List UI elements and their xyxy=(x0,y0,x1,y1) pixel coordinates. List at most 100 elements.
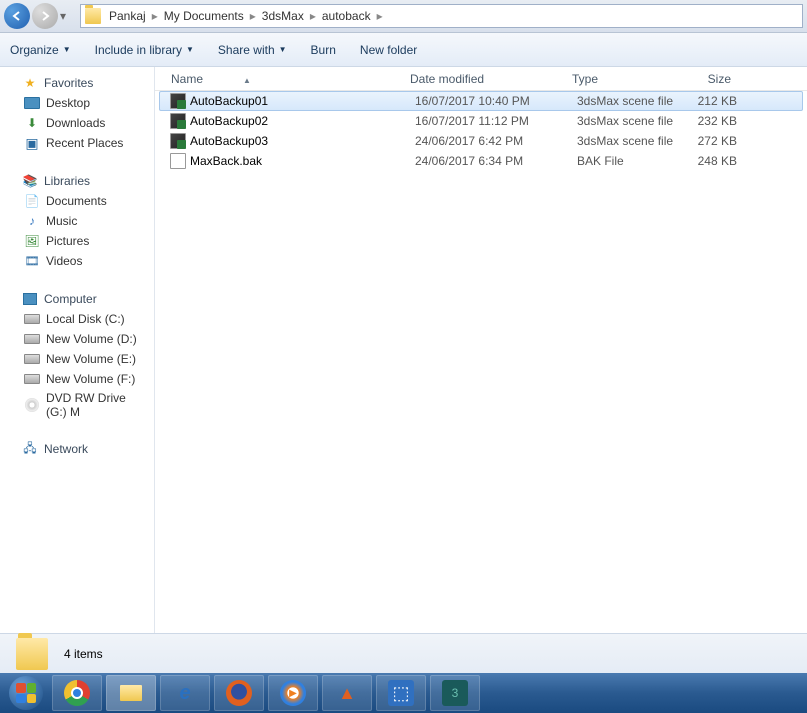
status-bar: 4 items xyxy=(0,633,807,673)
taskbar-app-firefox[interactable] xyxy=(214,675,264,711)
burn-button[interactable]: Burn xyxy=(311,43,336,57)
sidebar-item-label: New Volume (D:) xyxy=(46,332,137,346)
file-row[interactable]: AutoBackup0324/06/2017 6:42 PM3dsMax sce… xyxy=(155,131,807,151)
breadcrumb-segment[interactable]: autoback xyxy=(320,9,373,23)
forward-button[interactable] xyxy=(32,3,58,29)
file-date: 24/06/2017 6:34 PM xyxy=(405,154,567,168)
taskbar-app-explorer[interactable] xyxy=(106,675,156,711)
file-icon xyxy=(170,93,186,109)
sidebar-item-desktop[interactable]: Desktop xyxy=(0,93,154,113)
sidebar-label: Computer xyxy=(44,292,97,306)
file-size: 248 KB xyxy=(677,154,747,168)
sort-ascending-icon: ▲ xyxy=(243,76,251,85)
sidebar-item-local-disk-c[interactable]: Local Disk (C:) xyxy=(0,309,154,329)
chevron-right-icon[interactable]: ▸ xyxy=(306,9,320,23)
chevron-right-icon[interactable]: ▸ xyxy=(246,9,260,23)
organize-button[interactable]: Organize▼ xyxy=(10,43,71,57)
vm-icon: ⬚ xyxy=(388,680,414,706)
breadcrumb-segment[interactable]: Pankaj xyxy=(107,9,148,23)
sidebar-favorites-header[interactable]: ★ Favorites xyxy=(0,73,154,93)
sidebar-item-volume-e[interactable]: New Volume (E:) xyxy=(0,349,154,369)
taskbar-app-vlc[interactable]: ▲ xyxy=(322,675,372,711)
file-list[interactable]: AutoBackup0116/07/2017 10:40 PM3dsMax sc… xyxy=(155,91,807,633)
file-type: BAK File xyxy=(567,154,677,168)
firefox-icon xyxy=(226,680,252,706)
main-area: ★ Favorites Desktop ⬇ Downloads ▣Recent Pl… xyxy=(0,67,807,633)
pictures-icon: 🖼 xyxy=(24,233,40,249)
taskbar: e ▶ ▲ ⬚ 3 xyxy=(0,673,807,713)
sidebar-item-volume-d[interactable]: New Volume (D:) xyxy=(0,329,154,349)
sidebar-item-label: Recent Places xyxy=(46,136,123,150)
sidebar-item-music[interactable]: ♪Music xyxy=(0,211,154,231)
drive-icon xyxy=(24,371,40,387)
sidebar-item-documents[interactable]: 📄 Documents xyxy=(0,191,154,211)
sidebar-item-label: Local Disk (C:) xyxy=(46,312,125,326)
document-icon: 📄 xyxy=(24,193,40,209)
sidebar-item-label: Pictures xyxy=(46,234,89,248)
star-icon: ★ xyxy=(22,75,38,91)
breadcrumb-segment[interactable]: 3dsMax xyxy=(260,9,306,23)
3dsmax-icon: 3 xyxy=(442,680,468,706)
drive-icon xyxy=(24,351,40,367)
chevron-right-icon[interactable]: ▸ xyxy=(373,9,387,23)
file-size: 212 KB xyxy=(677,94,747,108)
history-dropdown[interactable]: ▾ xyxy=(60,9,72,23)
sidebar-network-header[interactable]: 🖧 Network xyxy=(0,439,154,459)
file-type: 3dsMax scene file xyxy=(567,94,677,108)
file-date: 16/07/2017 10:40 PM xyxy=(405,94,567,108)
column-size[interactable]: Size xyxy=(672,72,742,86)
chevron-right-icon[interactable]: ▸ xyxy=(148,9,162,23)
folder-icon xyxy=(85,8,101,24)
chrome-icon xyxy=(64,680,90,706)
sidebar-label: Network xyxy=(44,442,88,456)
file-date: 24/06/2017 6:42 PM xyxy=(405,134,567,148)
sidebar-item-volume-f[interactable]: New Volume (F:) xyxy=(0,369,154,389)
column-name[interactable]: Name▲ xyxy=(155,72,400,86)
breadcrumb[interactable]: Pankaj ▸ My Documents ▸ 3dsMax ▸ autobac… xyxy=(80,4,803,28)
column-headers: Name▲ Date modified Type Size xyxy=(155,67,807,91)
share-with-button[interactable]: Share with▼ xyxy=(218,43,287,57)
sidebar-item-label: Downloads xyxy=(46,116,105,130)
sidebar-libraries-header[interactable]: 📚 Libraries xyxy=(0,171,154,191)
start-button[interactable] xyxy=(4,675,48,711)
taskbar-app-vm[interactable]: ⬚ xyxy=(376,675,426,711)
computer-icon xyxy=(22,291,38,307)
sidebar-item-label: Desktop xyxy=(46,96,90,110)
item-count: 4 items xyxy=(64,647,103,661)
wmplayer-icon: ▶ xyxy=(280,680,306,706)
chevron-down-icon: ▼ xyxy=(279,45,287,54)
ie-icon: e xyxy=(172,680,198,706)
libraries-icon: 📚 xyxy=(22,173,38,189)
file-icon xyxy=(170,153,186,169)
new-folder-button[interactable]: New folder xyxy=(360,43,417,57)
file-row[interactable]: AutoBackup0216/07/2017 11:12 PM3dsMax sc… xyxy=(155,111,807,131)
taskbar-app-chrome[interactable] xyxy=(52,675,102,711)
column-type[interactable]: Type xyxy=(562,72,672,86)
file-row[interactable]: MaxBack.bak24/06/2017 6:34 PMBAK File248… xyxy=(155,151,807,171)
file-type: 3dsMax scene file xyxy=(567,114,677,128)
include-in-library-button[interactable]: Include in library▼ xyxy=(95,43,194,57)
back-button[interactable] xyxy=(4,3,30,29)
download-icon: ⬇ xyxy=(24,115,40,131)
sidebar-item-label: New Volume (F:) xyxy=(46,372,135,386)
drive-icon xyxy=(24,311,40,327)
sidebar-item-label: Documents xyxy=(46,194,107,208)
taskbar-app-3dsmax[interactable]: 3 xyxy=(430,675,480,711)
file-icon xyxy=(170,133,186,149)
breadcrumb-segment[interactable]: My Documents xyxy=(162,9,246,23)
sidebar-item-downloads[interactable]: ⬇ Downloads xyxy=(0,113,154,133)
address-bar: ▾ Pankaj ▸ My Documents ▸ 3dsMax ▸ autob… xyxy=(0,0,807,33)
file-row[interactable]: AutoBackup0116/07/2017 10:40 PM3dsMax sc… xyxy=(159,91,803,111)
taskbar-app-ie[interactable]: e xyxy=(160,675,210,711)
network-icon: 🖧 xyxy=(22,441,38,457)
sidebar-item-dvd-drive[interactable]: DVD RW Drive (G:) M xyxy=(0,389,154,421)
sidebar-label: Libraries xyxy=(44,174,90,188)
explorer-icon xyxy=(118,680,144,706)
sidebar-label: Favorites xyxy=(44,76,93,90)
column-date-modified[interactable]: Date modified xyxy=(400,72,562,86)
taskbar-app-wmplayer[interactable]: ▶ xyxy=(268,675,318,711)
sidebar-computer-header[interactable]: Computer xyxy=(0,289,154,309)
sidebar-item-pictures[interactable]: 🖼 Pictures xyxy=(0,231,154,251)
sidebar-item-videos[interactable]: 🎞Videos xyxy=(0,251,154,271)
sidebar-item-recent-places[interactable]: ▣Recent Places xyxy=(0,133,154,153)
